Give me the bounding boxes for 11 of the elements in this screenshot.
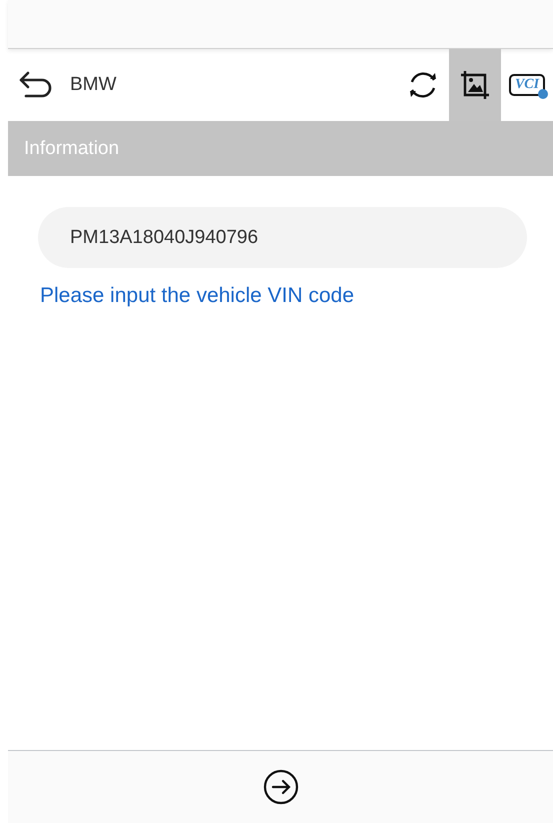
next-button[interactable] bbox=[262, 769, 298, 805]
hint-text: Please input the vehicle VIN code bbox=[40, 284, 356, 308]
vci-button[interactable]: VCI bbox=[501, 49, 553, 121]
section-title: Information bbox=[24, 138, 120, 160]
crop-image-button[interactable] bbox=[449, 49, 501, 121]
vin-input-field[interactable]: PM13A18040J940796 bbox=[38, 207, 527, 268]
arrow-circle-icon bbox=[262, 769, 298, 805]
back-arrow-icon bbox=[18, 70, 54, 100]
crop-image-icon bbox=[458, 68, 492, 102]
header-title: BMW bbox=[70, 74, 116, 96]
check-badge-icon bbox=[538, 89, 548, 99]
